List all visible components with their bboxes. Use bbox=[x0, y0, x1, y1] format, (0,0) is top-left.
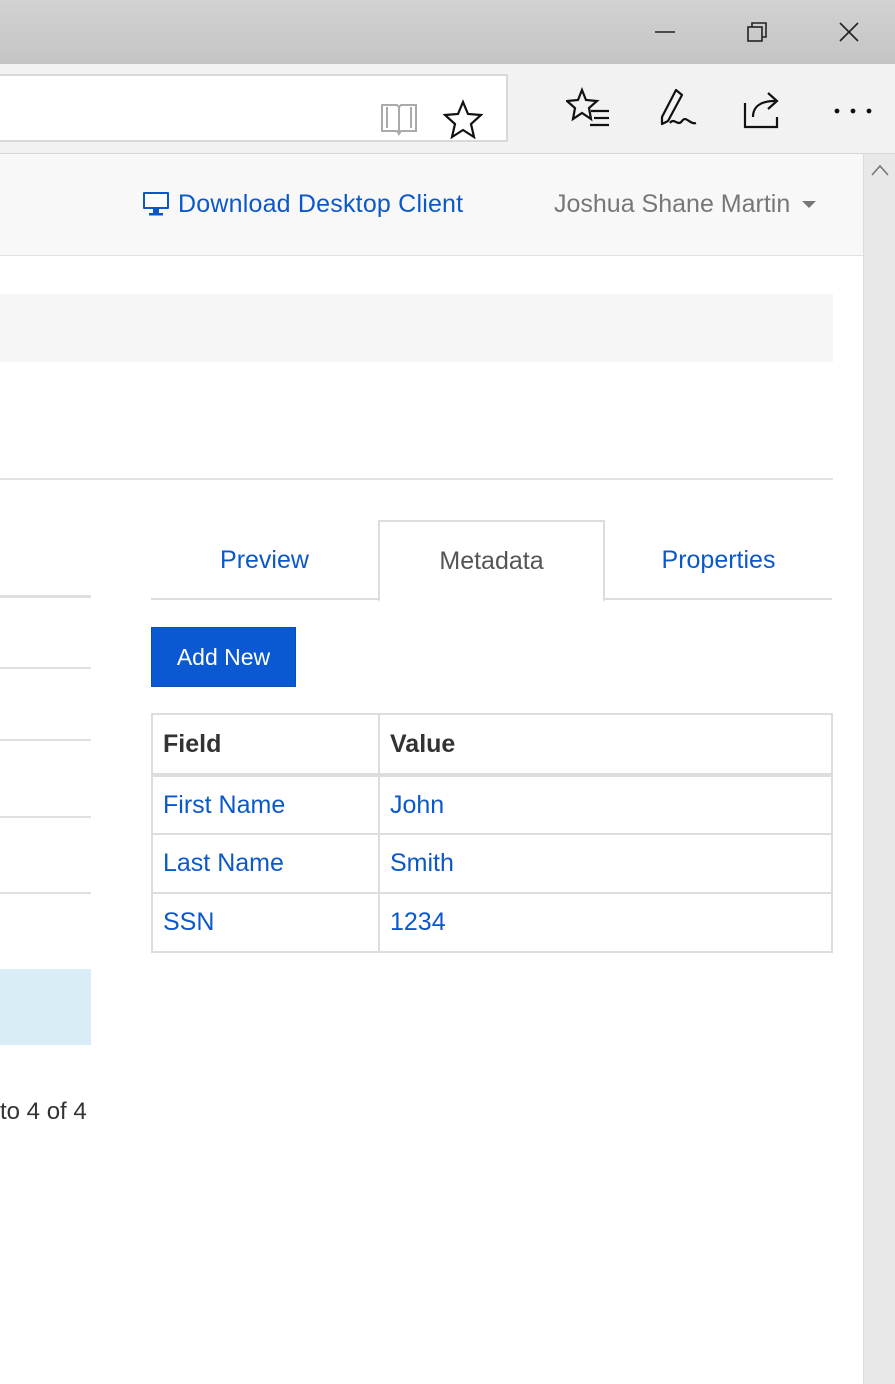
metadata-table: Field Value First Name John Last Name Sm… bbox=[151, 713, 833, 953]
selected-list-row[interactable] bbox=[0, 969, 91, 1045]
list-header-divider bbox=[0, 595, 91, 598]
list-row-divider bbox=[0, 816, 91, 818]
download-desktop-client-link[interactable]: Download Desktop Client bbox=[142, 184, 463, 224]
vertical-scrollbar[interactable] bbox=[863, 154, 895, 1384]
table-row: Last Name Smith bbox=[151, 833, 833, 894]
monitor-icon bbox=[142, 191, 170, 217]
table-header-row: Field Value bbox=[151, 713, 833, 777]
list-row-divider bbox=[0, 892, 91, 894]
page-header-band bbox=[0, 294, 833, 362]
address-bar[interactable] bbox=[0, 74, 508, 142]
list-row-divider bbox=[0, 667, 91, 669]
value-cell[interactable]: 1234 bbox=[378, 892, 833, 953]
table-row: First Name John bbox=[151, 774, 833, 835]
share-icon bbox=[743, 92, 779, 129]
table-row: SSN 1234 bbox=[151, 892, 833, 953]
web-note-button[interactable] bbox=[651, 84, 701, 134]
chevron-up-icon bbox=[871, 164, 889, 176]
field-cell[interactable]: Last Name bbox=[151, 833, 380, 894]
tab-preview[interactable]: Preview bbox=[151, 520, 378, 600]
add-new-button[interactable]: Add New bbox=[151, 627, 296, 687]
minimize-icon bbox=[655, 31, 675, 33]
minimize-button[interactable] bbox=[642, 10, 688, 54]
value-cell[interactable]: Smith bbox=[378, 833, 833, 894]
page-content: Download Desktop Client Joshua Shane Mar… bbox=[0, 154, 863, 1384]
caret-down-icon bbox=[802, 200, 817, 208]
more-icon bbox=[834, 108, 872, 114]
field-cell[interactable]: SSN bbox=[151, 892, 380, 953]
column-header-field: Field bbox=[151, 713, 380, 777]
section-divider bbox=[0, 478, 833, 480]
restore-button[interactable] bbox=[734, 10, 780, 54]
favorite-star-icon bbox=[443, 99, 483, 139]
user-name: Joshua Shane Martin bbox=[554, 189, 791, 218]
more-button[interactable] bbox=[826, 84, 876, 134]
close-button[interactable] bbox=[826, 10, 872, 54]
list-row-divider bbox=[0, 739, 91, 741]
top-navbar: Download Desktop Client Joshua Shane Mar… bbox=[0, 154, 863, 256]
hub-icon bbox=[566, 87, 609, 127]
reading-view-icon bbox=[381, 104, 417, 136]
pen-icon bbox=[660, 88, 697, 126]
column-header-value: Value bbox=[378, 713, 833, 777]
add-favorite-button[interactable] bbox=[440, 96, 486, 142]
reading-view-button[interactable] bbox=[376, 96, 422, 142]
tab-metadata[interactable]: Metadata bbox=[378, 520, 605, 602]
document-tabs: Preview Metadata Properties bbox=[151, 520, 832, 602]
download-desktop-client-label: Download Desktop Client bbox=[178, 189, 464, 218]
tab-properties[interactable]: Properties bbox=[605, 520, 832, 600]
paging-info: to 4 of 4 bbox=[0, 1098, 87, 1125]
hub-button[interactable] bbox=[563, 84, 613, 134]
share-button[interactable] bbox=[738, 84, 788, 134]
user-menu-dropdown[interactable]: Joshua Shane Martin bbox=[554, 184, 817, 224]
scroll-up-button[interactable] bbox=[870, 160, 890, 180]
window-title-bar bbox=[0, 0, 895, 64]
value-cell[interactable]: John bbox=[378, 774, 833, 835]
restore-icon bbox=[747, 22, 767, 42]
field-cell[interactable]: First Name bbox=[151, 774, 380, 835]
close-icon bbox=[839, 22, 859, 42]
